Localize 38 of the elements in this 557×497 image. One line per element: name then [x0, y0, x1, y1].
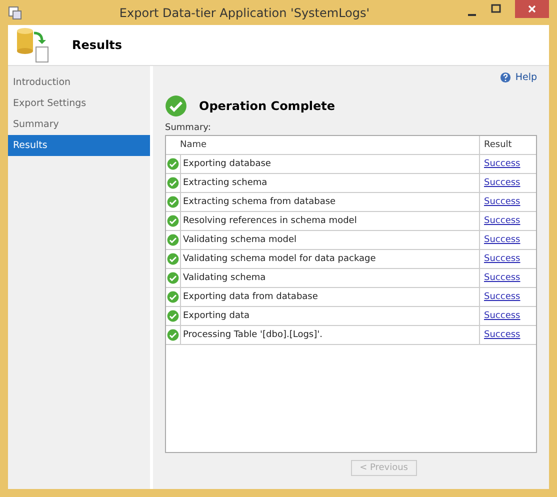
table-cell: Processing Table '[dbo].[Logs]'. [181, 326, 480, 344]
result-link[interactable]: Success [484, 254, 520, 264]
close-icon [528, 5, 536, 13]
result-link[interactable]: Success [484, 178, 520, 188]
success-icon [165, 95, 187, 117]
result-link[interactable]: Success [484, 330, 520, 340]
table-cell: Validating schema [181, 269, 480, 287]
help-link[interactable]: Help [500, 72, 537, 83]
page-title: Results [72, 38, 122, 52]
result-link[interactable]: Success [484, 273, 520, 283]
table-cell: Validating schema model [181, 231, 480, 249]
sidebar-item[interactable]: Summary [8, 114, 150, 135]
app-icon [8, 6, 22, 20]
result-link[interactable]: Success [484, 159, 520, 169]
result-link[interactable]: Success [484, 292, 520, 302]
sidebar-item[interactable]: Results [8, 135, 150, 156]
column-header: Result [483, 139, 513, 152]
table-cell: Extracting schema [181, 174, 480, 192]
table-cell: Validating schema model for data package [181, 250, 480, 268]
table-cell: Resolving references in schema model [181, 212, 480, 230]
result-link[interactable]: Success [484, 311, 520, 321]
help-icon [500, 72, 512, 83]
table-cell: Exporting data [181, 307, 480, 325]
result-link[interactable]: Success [484, 197, 520, 207]
table-cell: Exporting data from database [181, 288, 480, 306]
sidebar-item[interactable]: Export Settings [8, 93, 150, 114]
window-title: Export Data-tier Application 'SystemLogs' [118, 6, 371, 20]
table-cell: Exporting database [181, 155, 480, 173]
result-link[interactable]: Success [484, 216, 520, 226]
summary-label: Summary: [165, 123, 212, 133]
result-link[interactable]: Success [484, 235, 520, 245]
close-button[interactable] [515, 0, 549, 18]
column-header: Name [166, 136, 480, 154]
help-label: Help [515, 72, 537, 83]
table-cell: Extracting schema from database [181, 193, 480, 211]
status-title: Operation Complete [199, 99, 336, 113]
maximize-icon[interactable] [491, 4, 501, 14]
sidebar-item[interactable]: Introduction [8, 72, 150, 93]
